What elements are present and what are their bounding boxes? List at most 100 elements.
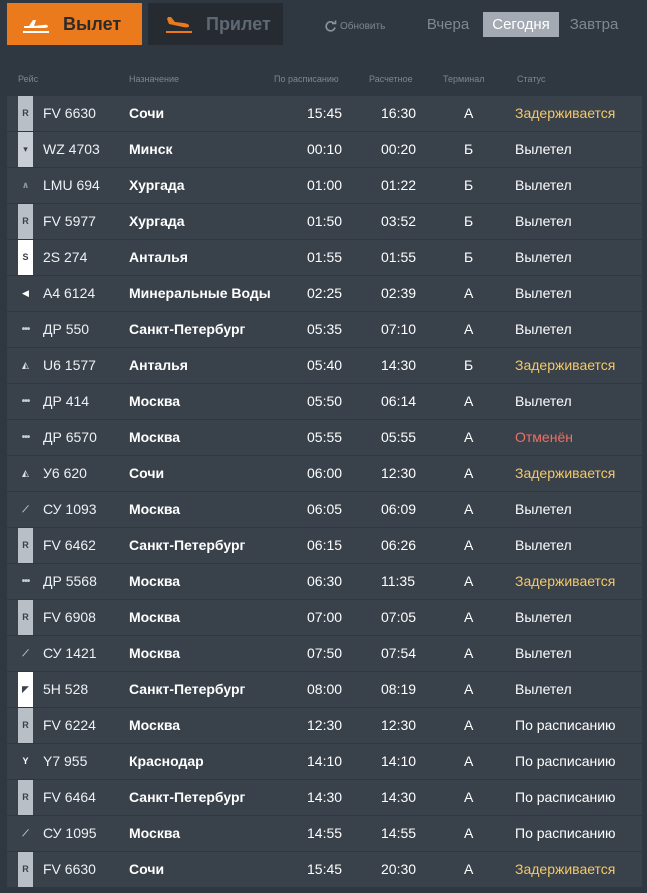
flight-status: Задерживается xyxy=(515,105,616,121)
r-logo-icon: R xyxy=(18,528,33,563)
terminal: A xyxy=(464,609,474,625)
estimated-time: 14:30 xyxy=(381,357,417,373)
estimated-time: 03:52 xyxy=(381,213,417,229)
flight-number: WZ 4703 xyxy=(43,141,100,157)
scheduled-time: 07:00 xyxy=(307,609,343,625)
dots-logo-icon: ••• xyxy=(21,576,31,587)
estimated-time: 14:10 xyxy=(381,753,417,769)
table-row[interactable]: R FV 6464 Санкт-Петербург 14:30 14:30 A По рас… xyxy=(7,780,642,815)
r-logo-icon: R xyxy=(18,852,33,887)
table-row[interactable]: ⟋ СУ 1093 Москва 06:05 06:09 A Вылетел xyxy=(7,492,642,527)
terminal: A xyxy=(464,321,474,337)
destination: Анталья xyxy=(129,357,188,373)
dots-logo-icon: ••• xyxy=(21,324,31,335)
header: Вылет Прилет Обновить Вчера Сегодня Завт… xyxy=(0,0,647,52)
r-logo-icon: R xyxy=(18,204,33,239)
col-destination: Назначение xyxy=(129,74,180,84)
flight-number: СУ 1095 xyxy=(43,825,97,841)
wizz-logo-icon: ▾ xyxy=(18,132,33,167)
table-row[interactable]: ◭ У6 620 Сочи 06:00 12:30 A Задерживается xyxy=(7,456,642,491)
table-row[interactable]: R FV 6462 Санкт-Петербург 06:15 06:26 A Вылете… xyxy=(7,528,642,563)
estimated-time: 01:22 xyxy=(381,177,417,193)
terminal: Б xyxy=(464,249,474,265)
flights-table: R FV 6630 Сочи 15:45 16:30 A Задерживается ▾ WZ … xyxy=(7,96,642,888)
estimated-time: 01:55 xyxy=(381,249,417,265)
terminal: A xyxy=(464,429,474,445)
estimated-time: 02:39 xyxy=(381,285,417,301)
scheduled-time: 01:50 xyxy=(307,213,343,229)
terminal: Б xyxy=(464,357,474,373)
col-estimated: Расчетное xyxy=(369,74,413,84)
table-row[interactable]: ••• ДР 5568 Москва 06:30 11:35 A Задерживается xyxy=(7,564,642,599)
terminal: A xyxy=(464,573,474,589)
flight-number: FV 6630 xyxy=(43,861,96,877)
terminal: A xyxy=(464,393,474,409)
scheduled-time: 12:30 xyxy=(307,717,343,733)
table-row[interactable]: ••• ДР 6570 Москва 05:55 05:55 A Отменён xyxy=(7,420,642,455)
terminal: Б xyxy=(464,213,474,229)
table-row[interactable]: ▾ WZ 4703 Минск 00:10 00:20 Б Вылетел xyxy=(7,132,642,167)
flight-status: Вылетел xyxy=(515,141,572,157)
table-row[interactable]: R FV 6224 Москва 12:30 12:30 A По расписанию xyxy=(7,708,642,743)
tab-arrivals[interactable]: Прилет xyxy=(148,3,283,45)
flight-number: U6 1577 xyxy=(43,357,96,373)
flight-number: СУ 1421 xyxy=(43,645,97,661)
table-row[interactable]: R FV 6908 Москва 07:00 07:05 A Вылетел xyxy=(7,600,642,635)
flight-status: Вылетел xyxy=(515,321,572,337)
terminal: A xyxy=(464,501,474,517)
flight-status: Вылетел xyxy=(515,177,572,193)
table-row[interactable]: ◭ U6 1577 Анталья 05:40 14:30 Б Задерживается xyxy=(7,348,642,383)
destination: Москва xyxy=(129,573,181,589)
flight-status: Вылетел xyxy=(515,213,572,229)
flight-number: У6 620 xyxy=(43,465,87,481)
table-row[interactable]: R FV 6630 Сочи 15:45 16:30 A Задерживается xyxy=(7,96,642,131)
scheduled-time: 06:00 xyxy=(307,465,343,481)
refresh-button[interactable]: Обновить xyxy=(324,17,385,35)
r-logo-icon: R xyxy=(18,708,33,743)
r-logo-icon: R xyxy=(18,780,33,815)
u6-logo-icon: ◭ xyxy=(22,360,29,370)
table-row[interactable]: ◤ 5H 528 Санкт-Петербург 08:00 08:19 A Вылетел xyxy=(7,672,642,707)
table-row[interactable]: ••• ДР 550 Санкт-Петербург 05:35 07:10 A Вылет… xyxy=(7,312,642,347)
flight-number: 5H 528 xyxy=(43,681,89,697)
scheduled-time: 14:10 xyxy=(307,753,343,769)
day-yesterday[interactable]: Вчера xyxy=(420,12,476,37)
flight-status: Вылетел xyxy=(515,681,572,697)
table-row[interactable]: S 2S 274 Анталья 01:55 01:55 Б Вылетел xyxy=(7,240,642,275)
flight-status: По расписанию xyxy=(515,789,616,805)
flight-status: Вылетел xyxy=(515,501,572,517)
table-row[interactable]: ◀ A4 6124 Минеральные Воды 02:25 02:39 A Вылет… xyxy=(7,276,642,311)
flight-number: ДР 6570 xyxy=(43,429,97,445)
col-status: Статус xyxy=(517,74,546,84)
scheduled-time: 00:10 xyxy=(307,141,343,157)
flight-number: Y7 955 xyxy=(43,753,88,769)
r-logo-icon: R xyxy=(18,96,33,131)
tab-departures[interactable]: Вылет xyxy=(7,3,142,45)
estimated-time: 14:30 xyxy=(381,789,417,805)
tab-departures-label: Вылет xyxy=(63,13,122,34)
flight-number: FV 6908 xyxy=(43,609,96,625)
day-today[interactable]: Сегодня xyxy=(483,12,559,37)
table-row[interactable]: Y Y7 955 Краснодар 14:10 14:10 A По расписанию xyxy=(7,744,642,779)
destination: Москва xyxy=(129,609,181,625)
table-row[interactable]: R FV 6630 Сочи 15:45 20:30 A Задерживается xyxy=(7,852,642,887)
terminal: A xyxy=(464,789,474,805)
table-row[interactable]: ⟋ СУ 1421 Москва 07:50 07:54 A Вылетел xyxy=(7,636,642,671)
destination: Санкт-Петербург xyxy=(129,321,246,337)
destination: Краснодар xyxy=(129,753,204,769)
flight-status: Вылетел xyxy=(515,249,572,265)
flight-number: ДР 5568 xyxy=(43,573,97,589)
estimated-time: 00:20 xyxy=(381,141,417,157)
y7-logo-icon: Y xyxy=(22,756,29,766)
flight-status: По расписанию xyxy=(515,717,616,733)
terminal: A xyxy=(464,645,474,661)
table-row[interactable]: ⟋ СУ 1095 Москва 14:55 14:55 A По расписанию xyxy=(7,816,642,851)
table-row[interactable]: ••• ДР 414 Москва 05:50 06:14 A Вылетел xyxy=(7,384,642,419)
terminal: A xyxy=(464,753,474,769)
table-row[interactable]: ∧ LMU 694 Хургада 01:00 01:22 Б Вылетел xyxy=(7,168,642,203)
estimated-time: 06:14 xyxy=(381,393,417,409)
day-tomorrow[interactable]: Завтра xyxy=(565,12,623,37)
col-terminal: Терминал xyxy=(443,74,485,84)
table-row[interactable]: R FV 5977 Хургада 01:50 03:52 Б Вылетел xyxy=(7,204,642,239)
destination: Москва xyxy=(129,717,181,733)
